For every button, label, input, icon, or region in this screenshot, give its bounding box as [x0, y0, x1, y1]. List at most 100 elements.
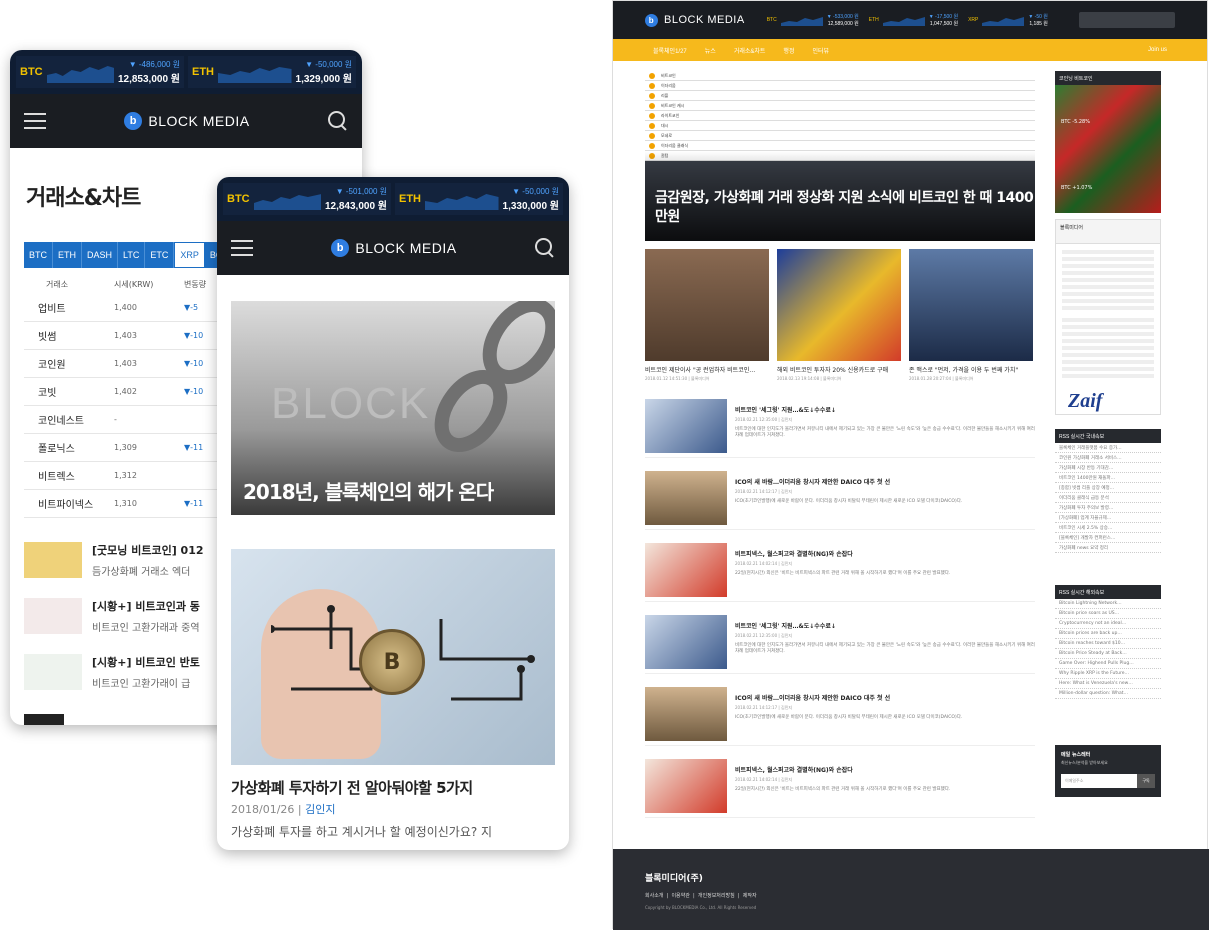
rss-item[interactable]: Bitcoin Price Steady at Back… — [1055, 649, 1161, 659]
footer-link[interactable]: 회사소개 — [645, 893, 663, 899]
coin-tab[interactable]: XRP — [174, 242, 205, 268]
footer-link[interactable]: 제작자 — [743, 893, 757, 899]
thumb-card[interactable]: 비트코인 제단이사 "공 런업하자 비트코인… 2018.01.12 14:51:… — [645, 249, 769, 382]
footer-link[interactable]: 이용약관 — [671, 893, 689, 899]
news-item[interactable]: [굿모닝 비트코인] 012 듬가상화폐 거래소 엑더 — [24, 542, 204, 578]
exchange-name: 비트파이넥스 — [38, 500, 94, 511]
news-item[interactable]: [시황+] 비트코인과 동 비트코인 고환가래과 중역 — [24, 598, 200, 634]
news-title: 비트피넥스, 월스퍼고와 결별하(NG)와 손잡다 — [735, 551, 853, 558]
ticker-eth[interactable]: ETH ▼ -50,000 원 1,329,000 원 — [188, 56, 356, 88]
ticker-item[interactable]: ETH ▼ -17,500 원 1,047,500 원 — [869, 13, 958, 27]
coin-tab[interactable]: BTC — [24, 242, 53, 268]
site-logo[interactable]: b BLOCK MEDIA — [331, 239, 456, 257]
news-item[interactable]: ICO의 새 바람…이더리움 창시자 제안한 DAICO 대주 첫 선 2018.… — [645, 471, 1035, 530]
footer-link[interactable]: 개인정보처리방침 — [698, 893, 735, 899]
rss-item[interactable]: [종합] 빗썸 리플 상장 예정… — [1055, 483, 1161, 493]
hamburger-menu-icon[interactable] — [231, 240, 253, 256]
menu-item[interactable]: 거래소&차트 — [734, 46, 766, 55]
rss-item[interactable]: 코인원 가상화폐 거래소 서비스… — [1055, 453, 1161, 463]
news-thumbnail — [645, 543, 727, 597]
thumb-card[interactable]: 해외 비트코인 투자자 20% 신용카드로 구매 2018.02.13 19:14… — [777, 249, 901, 382]
exchange-price: 1,403 — [114, 359, 137, 368]
exchange-name: 업비트 — [38, 304, 66, 315]
news-meta: 2018.02.21 14:12:17 | 김민지 — [735, 489, 793, 494]
col-change: 변동량 — [184, 279, 207, 289]
news-item[interactable]: 비트피넥스, 월스퍼고와 결별하(NG)와 손잡다 2018.02.21 14:0… — [645, 759, 1035, 818]
menu-item[interactable]: 인터뷰 — [812, 46, 829, 55]
rss-item[interactable]: 가상화폐 시장 반등 기대감… — [1055, 463, 1161, 473]
widget-title: RSS 실시간 해외속보 — [1055, 585, 1161, 599]
article-title[interactable]: 가상화폐 투자하기 전 알아둬야할 5가지 — [231, 777, 473, 798]
site-logo[interactable]: b BLOCK MEDIA — [124, 112, 249, 130]
heatmap-widget[interactable]: 코인닝 비트코인 BTC -5.28% BTC +1.07% — [1055, 71, 1161, 213]
news-thumbnail — [24, 542, 82, 578]
news-item[interactable]: 비트피넥스, 월스퍼고와 결별하(NG)와 손잡다 2018.02.21 14:0… — [645, 543, 1035, 602]
news-thumbnail — [24, 598, 82, 634]
rss-item[interactable]: Bitcoin reaches toward $10… — [1055, 639, 1161, 649]
ad-banner[interactable]: Zaif — [1068, 390, 1102, 413]
site-logo[interactable]: b BLOCK MEDIA — [645, 13, 745, 27]
news-title: 비트피넥스, 월스퍼고와 결별하(NG)와 손잡다 — [735, 767, 853, 774]
ticker-price: 1,185 원 — [1029, 21, 1048, 27]
rss-item[interactable]: 비트코인 시세 2.5% 상승… — [1055, 523, 1161, 533]
ticker-eth[interactable]: ETH ▼ -50,000 원 1,330,000 원 — [395, 183, 563, 215]
ticker-item[interactable]: BTC ▼ -533,000 원 12,589,000 원 — [767, 13, 859, 27]
news-item[interactable]: 비트코인 '세그윗' 지원…&도↓수수료↓ 2018.02.21 12:35:00… — [645, 615, 1035, 674]
subscribe-button[interactable]: 구독 — [1137, 774, 1155, 788]
ticker-symbol: BTC — [227, 193, 250, 205]
news-summary: 비트코인 고환가래과 중역 — [92, 623, 200, 634]
featured-article-card[interactable]: 비트코인이더리움리플비트코인 캐시라이트코인대시모네로이더리움 클래식퀀텀 금감… — [645, 71, 1035, 241]
rss-item[interactable]: 비트코인 1400만원 재돌파… — [1055, 473, 1161, 483]
coin-tab[interactable]: ETC — [145, 242, 175, 268]
rss-item[interactable]: Bitcoin price soars as US… — [1055, 609, 1161, 619]
exchange-name: 빗썸 — [38, 332, 57, 343]
rss-item[interactable]: Here: What is Venezuela's new… — [1055, 679, 1161, 689]
ticker-btc[interactable]: BTC ▼ -486,000 원 12,853,000 원 — [16, 56, 184, 88]
rss-item[interactable]: Bitcoin prices are back up… — [1055, 629, 1161, 639]
thumb-title: 해외 비트코인 투자자 20% 신용카드로 구매 — [777, 367, 889, 374]
search-input[interactable] — [1079, 12, 1175, 28]
rss-item[interactable]: Why Ripple XRP is the Future… — [1055, 669, 1161, 679]
ticker-change: ▼ -50 원 — [1028, 14, 1048, 20]
article-excerpt: 가상화폐 투자를 하고 계시거나 할 예정이신가요? 지 — [231, 825, 493, 839]
coin-tab[interactable]: LTC — [118, 242, 146, 268]
rss-item[interactable]: Cryptocurrency not an ideal… — [1055, 619, 1161, 629]
news-title: 비트코인 '세그윗' 지원…&도↓수수료↓ — [735, 407, 836, 414]
newsletter-email-input[interactable]: 이메일주소 — [1061, 774, 1137, 788]
rss-item[interactable]: Million-dollar question: What… — [1055, 689, 1161, 699]
facebook-widget[interactable]: 블록미디어 Zaif — [1055, 219, 1161, 415]
ticker-item[interactable]: XRP ▼ -50 원 1,185 원 — [968, 13, 1048, 27]
rss-list: Bitcoin Lightning Network… Bitcoin price … — [1055, 599, 1161, 699]
article-author[interactable]: 김인지 — [305, 803, 335, 816]
thumb-meta: 2018.01.12 14:51:30 | 블록미디어 — [645, 376, 710, 381]
ticker-btc[interactable]: BTC ▼ -501,000 원 12,843,000 원 — [223, 183, 391, 215]
rss-item[interactable]: 블록체인 거래플랫폼 수요 증가… — [1055, 443, 1161, 453]
news-title: [굿모닝 비트코인] 012 — [92, 544, 204, 557]
rss-item[interactable]: 가상화폐 news 요약 정리 — [1055, 543, 1161, 553]
coin-price-row: 이더리움 클래식 — [645, 141, 1035, 151]
article-image[interactable]: B — [231, 549, 555, 765]
rss-item[interactable]: Game Over: Highend Pulls Plug… — [1055, 659, 1161, 669]
join-link[interactable]: Join us — [1148, 47, 1167, 53]
rss-item[interactable]: Bitcoin Lightning Network… — [1055, 599, 1161, 609]
news-item[interactable]: [시황+] 비트코인 반토 비트코인 고환가래이 급 — [24, 654, 200, 690]
news-item[interactable]: ICO의 새 바람…이더리움 창시자 제안한 DAICO 대주 첫 선 2018.… — [645, 687, 1035, 746]
rss-item[interactable]: 이더리움 클래식 급등 분석 — [1055, 493, 1161, 503]
logo-text: BLOCK MEDIA — [664, 14, 745, 26]
fb-feed — [1056, 244, 1160, 384]
coin-tab[interactable]: DASH — [82, 242, 119, 268]
rss-item[interactable]: 가상화폐 투자 주의보 발령… — [1055, 503, 1161, 513]
news-item[interactable]: 비트코인 '세그윗' 지원…&도↓수수료↓ 2018.02.21 12:35:00… — [645, 399, 1035, 458]
menu-item[interactable]: 행정 — [783, 46, 794, 55]
thumb-card[interactable]: 존 맥스로 "먼저, 가격을 이용 두 번째 가치" 2018.01.28 20:… — [909, 249, 1033, 382]
menu-item[interactable]: 블록체인1/27 — [653, 46, 687, 55]
rss-item[interactable]: [가상화폐] 업계 자율규제… — [1055, 513, 1161, 523]
featured-article-card[interactable]: BLOCK 2018년, 블록체인의 해가 온다 — [231, 301, 555, 515]
search-icon[interactable] — [534, 238, 555, 258]
hamburger-menu-icon[interactable] — [24, 113, 46, 129]
search-icon[interactable] — [327, 111, 348, 131]
menu-item[interactable]: 뉴스 — [705, 46, 716, 55]
heatmap-label: BTC +1.07% — [1061, 185, 1093, 191]
rss-item[interactable]: [블록체인] 개발자 컨퍼런스… — [1055, 533, 1161, 543]
coin-tab[interactable]: ETH — [53, 242, 82, 268]
